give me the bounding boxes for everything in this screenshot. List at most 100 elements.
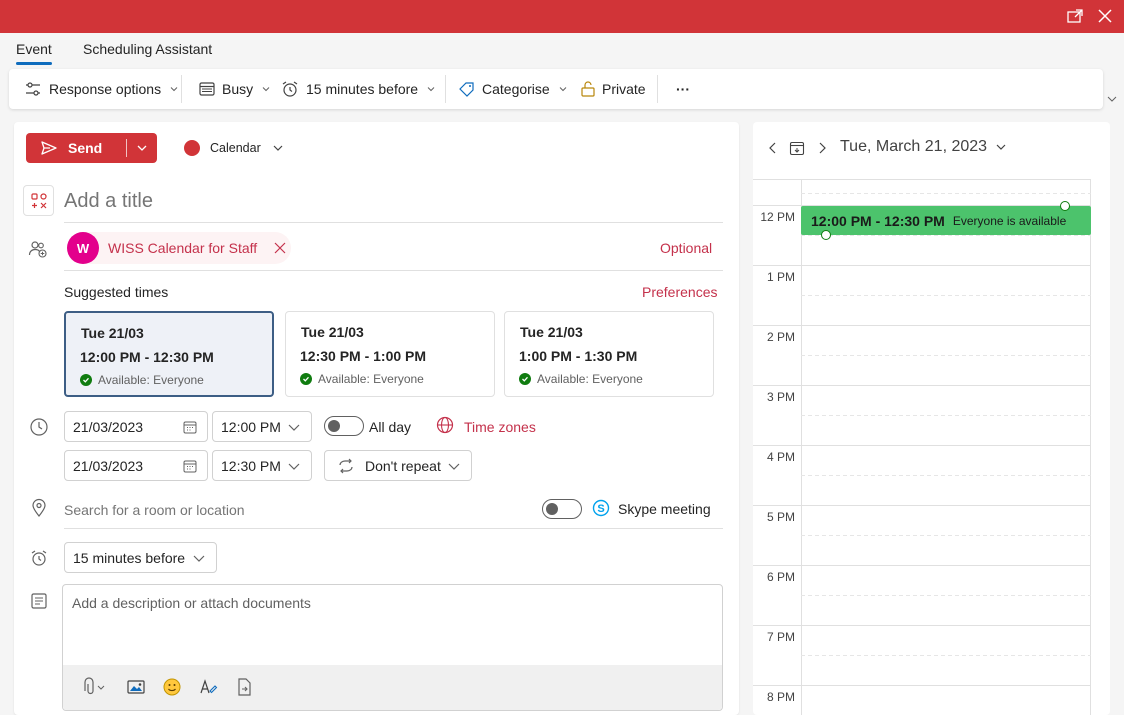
attach-file-icon[interactable] — [79, 677, 109, 697]
ribbon-divider — [181, 75, 182, 103]
chevron-down-icon — [169, 84, 179, 94]
start-time-field[interactable]: 12:00 PM — [212, 411, 312, 442]
calendar-picker[interactable]: Calendar — [184, 137, 285, 159]
end-date-value: 21/03/2023 — [73, 457, 144, 474]
suggestion-date: Tue 21/03 — [520, 324, 583, 340]
repeat-dropdown[interactable]: Don't repeat — [324, 450, 472, 481]
time-grid[interactable]: 12 PM 1 PM 2 PM 3 PM 4 PM 5 PM 6 PM 7 PM… — [753, 179, 1091, 715]
calendar-picker-label: Calendar — [210, 141, 261, 155]
calendar-event-block[interactable]: 12:00 PM - 12:30 PM Everyone is availabl… — [801, 206, 1091, 235]
title-divider — [64, 222, 723, 223]
check-circle-icon — [80, 374, 92, 386]
emoji-icon[interactable] — [162, 677, 182, 697]
chevron-down-icon — [447, 459, 461, 473]
response-options-label: Response options — [49, 81, 162, 97]
start-time-value: 12:00 PM — [221, 418, 281, 435]
busy-button[interactable]: Busy — [198, 69, 271, 109]
categorise-button[interactable]: Categorise — [458, 69, 568, 109]
calendar-header: Tue, March 21, 2023 — [753, 122, 1110, 178]
lock-icon — [580, 80, 596, 98]
suggestion-time: 12:00 PM - 12:30 PM — [80, 349, 214, 365]
more-options-button[interactable]: ··· — [676, 69, 690, 109]
add-people-icon — [28, 239, 48, 259]
event-resize-handle-top[interactable] — [1060, 201, 1070, 211]
send-label: Send — [68, 140, 103, 156]
description-editor[interactable]: Add a description or attach documents — [62, 584, 723, 711]
alarm-clock-icon — [29, 548, 49, 568]
hour-line — [753, 685, 1091, 686]
calendar-date-picker[interactable]: Tue, March 21, 2023 — [840, 138, 1007, 156]
optional-attendees-link[interactable]: Optional — [660, 240, 712, 256]
pop-out-icon[interactable] — [1065, 5, 1087, 27]
suggestion-date: Tue 21/03 — [81, 325, 144, 341]
skype-icon: S — [592, 499, 612, 519]
preferences-link[interactable]: Preferences — [642, 284, 717, 300]
next-day-icon[interactable] — [815, 141, 829, 155]
insert-document-icon[interactable] — [234, 677, 254, 697]
attendee-chip[interactable]: W WISS Calendar for Staff — [67, 232, 291, 264]
suggestion-date: Tue 21/03 — [301, 324, 364, 340]
repeat-value: Don't repeat — [365, 457, 441, 474]
insert-image-icon[interactable] — [126, 677, 146, 697]
start-date-field[interactable]: 21/03/2023 — [64, 411, 208, 442]
chevron-down-icon — [261, 84, 271, 94]
hour-line — [753, 505, 1091, 506]
close-icon[interactable] — [1094, 5, 1116, 27]
send-options-dropdown[interactable] — [127, 133, 157, 163]
description-placeholder: Add a description or attach documents — [72, 595, 311, 611]
suggested-time-card[interactable]: Tue 21/03 12:30 PM - 1:00 PM Available: … — [285, 311, 495, 397]
time-zones-link[interactable]: Time zones — [464, 419, 536, 435]
all-day-toggle[interactable] — [324, 416, 364, 436]
hour-label: 2 PM — [766, 330, 795, 344]
hour-line — [753, 445, 1091, 446]
response-options-button[interactable]: Response options — [23, 69, 179, 109]
categorise-label: Categorise — [482, 81, 550, 97]
hour-label: 6 PM — [766, 570, 795, 584]
globe-icon[interactable] — [436, 416, 456, 436]
half-hour-line — [801, 295, 1091, 296]
reminder-button[interactable]: 15 minutes before — [280, 69, 436, 109]
location-pin-icon — [30, 498, 50, 518]
title-input[interactable] — [64, 188, 724, 214]
skype-meeting-toggle[interactable] — [542, 499, 582, 519]
ribbon-expand-icon[interactable] — [1106, 93, 1118, 105]
chevron-down-icon — [558, 84, 568, 94]
suggested-time-card[interactable]: Tue 21/03 12:00 PM - 12:30 PM Available:… — [64, 311, 274, 397]
remove-attendee-icon[interactable] — [273, 241, 287, 255]
calendar-icon — [183, 459, 197, 473]
ribbon-divider — [445, 75, 446, 103]
toggle-knob — [328, 420, 340, 432]
clock-icon — [29, 417, 49, 437]
send-button[interactable]: Send — [26, 133, 157, 163]
suggested-time-card[interactable]: Tue 21/03 1:00 PM - 1:30 PM Available: E… — [504, 311, 714, 397]
notes-icon — [30, 592, 50, 612]
end-time-field[interactable]: 12:30 PM — [212, 450, 312, 481]
hour-label: 4 PM — [766, 450, 795, 464]
tab-scheduling-assistant[interactable]: Scheduling Assistant — [83, 41, 212, 57]
end-date-field[interactable]: 21/03/2023 — [64, 450, 208, 481]
chevron-down-icon — [287, 420, 301, 434]
tab-event[interactable]: Event — [16, 41, 52, 57]
tab-bar: Event Scheduling Assistant — [0, 33, 1124, 67]
reminder-dropdown[interactable]: 15 minutes before — [64, 542, 217, 573]
availability-label: Available: Everyone — [537, 372, 643, 386]
calendar-date-label: Tue, March 21, 2023 — [840, 138, 988, 155]
chevron-down-icon — [426, 84, 436, 94]
suggestion-availability: Available: Everyone — [80, 373, 204, 387]
previous-day-icon[interactable] — [766, 141, 780, 155]
hour-label: 1 PM — [766, 270, 795, 284]
event-resize-handle-bottom[interactable] — [821, 230, 831, 240]
send-main-action[interactable]: Send — [26, 133, 126, 163]
busy-status-icon — [198, 80, 216, 98]
attendee-divider — [64, 270, 723, 271]
active-tab-indicator — [16, 62, 52, 65]
repeat-icon — [337, 457, 355, 475]
availability-label: Available: Everyone — [318, 372, 424, 386]
hour-line — [753, 265, 1091, 266]
go-to-today-icon[interactable] — [789, 140, 805, 156]
format-text-icon[interactable] — [198, 677, 218, 697]
location-search-input[interactable] — [64, 498, 484, 522]
title-icon-picker[interactable] — [23, 185, 54, 216]
start-date-value: 21/03/2023 — [73, 418, 144, 435]
private-button[interactable]: Private — [580, 69, 646, 109]
